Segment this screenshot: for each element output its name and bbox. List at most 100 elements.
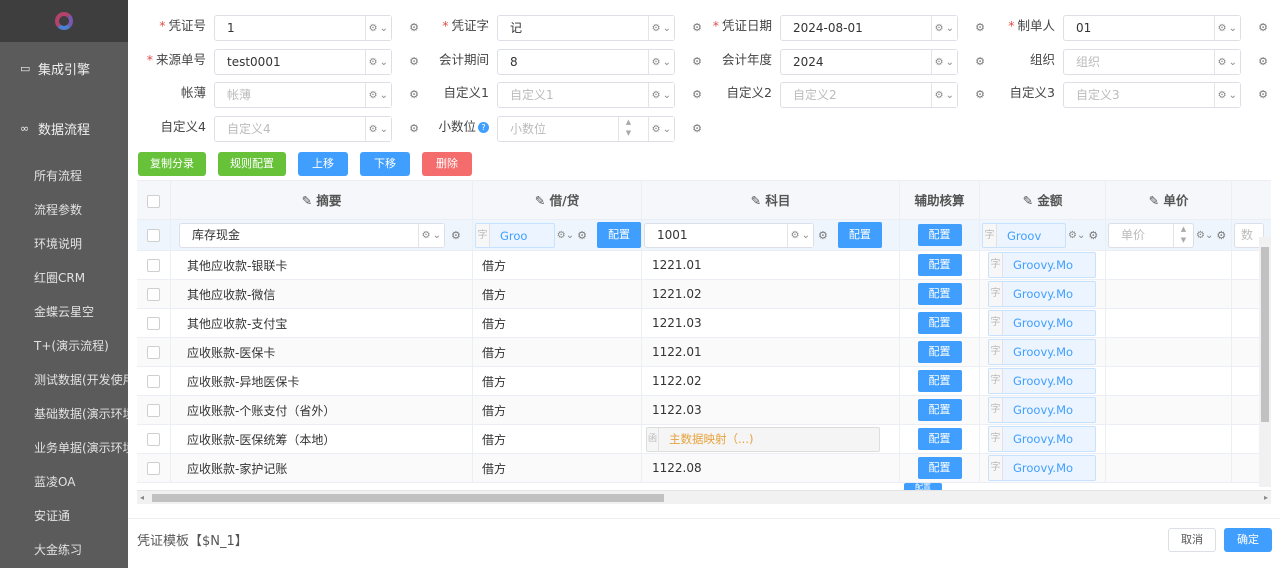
rule-config-button[interactable]: 规则配置 [218,152,286,176]
scroll-thumb[interactable] [152,494,664,502]
gear-icon[interactable]: ⚙ [1088,229,1098,242]
aux-config-button[interactable]: 配置 [917,283,962,305]
gear-icon[interactable]: ⚙ [1255,15,1271,41]
sidebar-item-integration-engine[interactable]: ▭ 集成引擎 [0,44,128,92]
aux-config-button[interactable]: 配置 [917,370,962,392]
gear-icon[interactable]: ⚙ [689,116,705,142]
table-row[interactable]: 其他应收款-微信 借方 1221.02 配置 字 Groovy.Mo [137,280,1271,309]
header-select-all[interactable] [137,181,171,220]
amount-expression[interactable]: 字 Groovy.Mo [988,397,1096,423]
input-actions[interactable]: ⚙ ⌄ [930,50,957,74]
sidebar-subitem[interactable]: 所有流程 [0,158,128,192]
settings-icon[interactable]: ⚙⌄ [1068,230,1085,241]
row-checkbox[interactable] [137,396,171,424]
org-input[interactable]: 组织 ⚙ ⌄ [1063,49,1241,75]
input-actions[interactable]: ⚙ ⌄ [364,83,391,107]
scroll-thumb[interactable] [1261,247,1269,422]
row-checkbox[interactable] [137,251,171,279]
input-actions[interactable]: ⚙ ⌄ [1213,50,1240,74]
number-stepper[interactable]: ▲ ▼ [618,117,638,141]
decimals-input[interactable]: 小数位 ▲ ▼ ⚙ ⌄ [497,116,675,142]
custom1-input[interactable]: 自定义1 ⚙ ⌄ [497,82,675,108]
amount-expression[interactable]: 字 Groovy.Mo [988,426,1096,452]
input-actions[interactable]: ⚙ ⌄ [786,223,813,247]
vertical-scrollbar[interactable] [1259,237,1271,487]
summary-input[interactable]: 库存现金 ⚙ ⌄ [179,222,445,248]
aux-config-button[interactable]: 配置 [917,428,962,450]
sidebar-subitem[interactable]: 环境说明 [0,226,128,260]
input-actions[interactable]: ⚙ ⌄ [930,16,957,40]
table-row[interactable]: 应收账款-家护记账 借方 1122.08 配置 字 Groovy.Mo [137,454,1271,483]
row-checkbox[interactable] [137,454,171,482]
aux-config-button[interactable]: 配置 [917,254,962,276]
scroll-right-icon[interactable]: ▸ [1264,491,1268,504]
sidebar-subitem[interactable]: 业务单据(演示环境 [0,430,128,464]
table-row[interactable]: 应收账款-个账支付（省外） 借方 1122.03 配置 字 Groovy.Mo [137,396,1271,425]
year-input[interactable]: 2024 ⚙ ⌄ [780,49,958,75]
input-actions[interactable]: ⚙ ⌄ [364,117,391,141]
aux-config-button[interactable]: 配置 [917,341,962,363]
copy-entry-button[interactable]: 复制分录 [138,152,206,176]
amount-expression[interactable]: 字 Groovy.Mo [988,252,1096,278]
book-input[interactable]: 帐薄 ⚙ ⌄ [214,82,392,108]
help-icon[interactable]: ? [478,122,489,133]
input-actions[interactable]: ⚙ ⌄ [647,117,674,141]
subject-mapping-box[interactable]: 函主数据映射（...) [646,426,880,452]
price-input[interactable]: 单价 ▲ ▼ [1108,222,1194,248]
sidebar-subitem[interactable]: 基础数据(演示环境 [0,396,128,430]
amount-expression[interactable]: 字 Groovy.Mo [988,281,1096,307]
settings-icon[interactable]: ⚙⌄ [557,230,574,241]
sidebar-subitem[interactable]: 金蝶云星空 [0,294,128,328]
delete-button[interactable]: 删除 [422,152,472,176]
table-row[interactable]: 其他应收款-银联卡 借方 1221.01 配置 字 Groovy.Mo [137,251,1271,280]
dc-config-button[interactable]: 配置 [597,222,641,248]
gear-icon[interactable]: ⚙ [577,229,587,242]
row-checkbox[interactable] [137,280,171,308]
input-actions[interactable]: ⚙ ⌄ [647,83,674,107]
input-actions[interactable]: ⚙ ⌄ [364,16,391,40]
amount-expression[interactable]: 字 Groovy.Mo [988,368,1096,394]
aux-config-button[interactable]: 配置 [917,224,962,246]
input-actions[interactable]: ⚙ ⌄ [1213,83,1240,107]
source-no-input[interactable]: test0001 ⚙ ⌄ [214,49,392,75]
input-actions[interactable]: ⚙ ⌄ [1213,16,1240,40]
aux-config-button[interactable]: 配置 [917,312,962,334]
gear-icon[interactable]: ⚙ [1255,82,1271,108]
voucher-word-input[interactable]: 记 ⚙ ⌄ [497,15,675,41]
sidebar-subitem[interactable]: 蓝凌OA [0,464,128,498]
move-down-button[interactable]: 下移 [360,152,410,176]
cancel-button[interactable]: 取消 [1168,528,1216,552]
gear-icon[interactable]: ⚙ [818,229,828,242]
scroll-left-icon[interactable]: ◂ [140,491,144,504]
input-actions[interactable]: ⚙ ⌄ [930,83,957,107]
sidebar-subitem[interactable]: 大金练习 [0,532,128,566]
period-input[interactable]: 8 ⚙ ⌄ [497,49,675,75]
sidebar-subitem[interactable]: 测试数据(开发使用 [0,362,128,396]
sidebar-subitem[interactable]: 红圈CRM [0,260,128,294]
table-row[interactable]: 应收账款-异地医保卡 借方 1122.02 配置 字 Groovy.Mo [137,367,1271,396]
voucher-date-input[interactable]: 2024-08-01 ⚙ ⌄ [780,15,958,41]
sidebar-subitem[interactable]: T+(演示流程) [0,328,128,362]
move-up-button[interactable]: 上移 [298,152,348,176]
gear-icon[interactable]: ⚙ [1255,49,1271,75]
aux-config-button[interactable]: 配置 [917,457,962,479]
settings-icon[interactable]: ⚙⌄ [1196,230,1213,241]
table-row[interactable]: 其他应收款-支付宝 借方 1221.03 配置 字 Groovy.Mo [137,309,1271,338]
custom2-input[interactable]: 自定义2 ⚙ ⌄ [780,82,958,108]
amount-expression[interactable]: 字 Groovy.Mo [988,339,1096,365]
dc-expression[interactable]: 字 Groo [475,222,555,248]
input-actions[interactable]: ⚙ ⌄ [647,16,674,40]
voucher-no-input[interactable]: 1 ⚙ ⌄ [214,15,392,41]
horizontal-scrollbar[interactable]: ◂ ▸ [137,490,1271,504]
row-checkbox[interactable] [137,220,171,250]
confirm-button[interactable]: 确定 [1224,528,1272,552]
amount-expression[interactable]: 字 Groovy.Mo [988,310,1096,336]
sidebar-subitem[interactable]: 安证通 [0,498,128,532]
custom4-input[interactable]: 自定义4 ⚙ ⌄ [214,116,392,142]
gear-icon[interactable]: ⚙ [451,229,461,242]
gear-icon[interactable]: ⚙ [1216,229,1226,242]
sidebar-item-data-flow[interactable]: ∞ 数据流程 [0,104,128,152]
amount-expression[interactable]: 字 Groov [982,222,1066,248]
aux-config-button[interactable]: 配置 [917,399,962,421]
subject-config-button[interactable]: 配置 [837,222,882,248]
